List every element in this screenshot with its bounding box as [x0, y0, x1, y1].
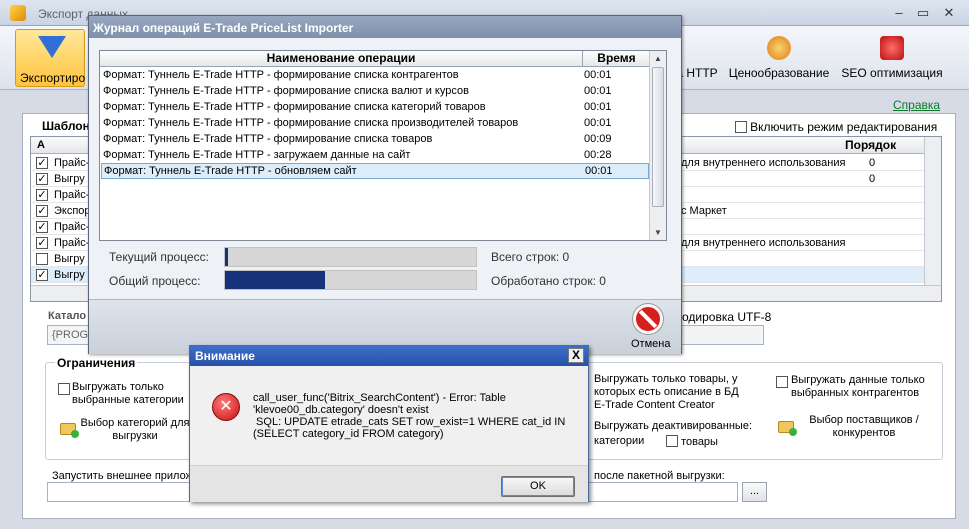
help-link[interactable]: Справка [893, 98, 940, 112]
ok-button[interactable]: OK [501, 476, 575, 497]
selected-categories-checkbox[interactable] [58, 383, 70, 395]
row-checkbox[interactable]: ✓ [36, 269, 48, 281]
only-with-description-option[interactable]: Выгружать только товары, у которых есть … [594, 373, 746, 412]
selected-contractors-checkbox[interactable] [776, 376, 788, 388]
deactivated-goods-option[interactable]: товары [666, 435, 718, 448]
list-item[interactable]: Формат: Туннель E-Trade HTTP - загружаем… [101, 148, 649, 164]
column-operation[interactable]: Наименование операции [100, 51, 583, 67]
ribbon-http-button[interactable]: а HTTP [676, 26, 718, 88]
maximize-icon[interactable]: ▭ [912, 5, 934, 21]
warning-dialog: Внимание X ✕ call_user_func('Bitrix_Sear… [189, 345, 589, 502]
cancel-button[interactable]: Отмена [631, 338, 670, 350]
selected-contractors-option[interactable]: Выгружать данные только выбранных контра… [776, 374, 936, 400]
deactivated-label: Выгружать деактивированные: [594, 420, 752, 432]
edit-mode-checkbox[interactable] [735, 121, 747, 133]
processed-rows-label: Обработано строк: 0 [491, 274, 606, 288]
minimize-icon[interactable]: – [888, 5, 910, 21]
row-checkbox[interactable]: ✓ [36, 157, 48, 169]
deactivated-categories-option[interactable]: категории [594, 435, 644, 447]
catalog-field[interactable]: {PROGR [47, 325, 92, 345]
after-batch-label: после пакетной выгрузки: [594, 470, 725, 482]
current-progress-bar [224, 247, 477, 267]
row-checkbox[interactable] [36, 253, 48, 265]
edit-mode-toggle[interactable]: Включить режим редактирования [735, 120, 937, 134]
row-checkbox[interactable]: ✓ [36, 205, 48, 217]
close-icon[interactable]: X [568, 348, 584, 363]
folder-add-icon [60, 423, 79, 438]
list-item[interactable]: Формат: Туннель E-Trade HTTP - формирова… [101, 84, 649, 100]
restrictions-title: Ограничения [55, 356, 138, 370]
cancel-icon[interactable] [633, 304, 663, 334]
column-time[interactable]: Время [584, 51, 649, 67]
list-item[interactable]: Формат: Туннель E-Trade HTTP - формирова… [101, 116, 649, 132]
select-suppliers-button[interactable]: Выбор поставщиков / конкурентов [778, 414, 928, 440]
total-progress-bar [224, 270, 477, 290]
current-process-label: Текущий процесс: [109, 250, 209, 264]
scroll-down-icon[interactable]: ▼ [650, 225, 666, 240]
scroll-thumb[interactable] [652, 67, 664, 207]
pricing-icon [767, 36, 791, 60]
row-checkbox[interactable]: ✓ [36, 221, 48, 233]
operations-list-header: Наименование операции Время [100, 51, 649, 67]
warning-message: call_user_func('Bitrix_SearchContent') -… [253, 392, 566, 440]
row-checkbox[interactable]: ✓ [36, 189, 48, 201]
templates-label: Шаблон [42, 119, 90, 133]
seo-icon [880, 36, 904, 60]
operations-list: Наименование операции Время Формат: Тунн… [99, 50, 667, 241]
app-icon [10, 5, 26, 21]
operations-scrollbar[interactable]: ▲ ▼ [649, 51, 666, 240]
browse-button[interactable]: ... [742, 482, 767, 502]
list-item[interactable]: Формат: Туннель E-Trade HTTP - формирова… [101, 100, 649, 116]
export-icon [38, 36, 66, 58]
journal-dialog: Журнал операций E-Trade PriceList Import… [88, 15, 682, 354]
selected-categories-option[interactable]: Выгружать только выбранные категории [58, 381, 190, 407]
catalog-label: Катало [48, 310, 87, 322]
scroll-up-icon[interactable]: ▲ [650, 51, 666, 66]
ribbon-pricing-button[interactable]: Ценообразование [727, 26, 831, 88]
external-app-path-field[interactable] [588, 482, 738, 502]
encoding-label: одировка UTF-8 [682, 310, 772, 324]
encoding-field[interactable] [680, 325, 764, 345]
list-item[interactable]: Формат: Туннель E-Trade HTTP - формирова… [101, 68, 649, 84]
total-rows-label: Всего строк: 0 [491, 250, 570, 264]
ribbon-seo-button[interactable]: SEO оптимизация [840, 26, 944, 88]
select-categories-button[interactable]: Выбор категорий для выгрузки [60, 417, 190, 443]
folder-add-icon [778, 421, 797, 436]
error-icon: ✕ [212, 393, 240, 421]
current-progress-fill [225, 248, 228, 266]
total-progress-fill [225, 271, 326, 289]
deactivated-goods-checkbox[interactable] [666, 435, 678, 447]
ribbon-export-button[interactable]: Экспортиро [15, 29, 85, 87]
warning-title: Внимание X [190, 346, 588, 366]
warning-footer: OK [190, 465, 588, 502]
row-checkbox[interactable]: ✓ [36, 237, 48, 249]
grid-vertical-scrollbar[interactable] [924, 137, 941, 285]
list-item-selected[interactable]: Формат: Туннель E-Trade HTTP - обновляем… [101, 163, 649, 179]
total-process-label: Общий процесс: [109, 274, 201, 288]
external-app-field[interactable] [47, 482, 191, 502]
journal-title: Журнал операций E-Trade PriceList Import… [89, 16, 681, 38]
list-item[interactable]: Формат: Туннель E-Trade HTTP - формирова… [101, 132, 649, 148]
row-checkbox[interactable]: ✓ [36, 173, 48, 185]
run-external-label: Запустить внешнее прилож [52, 470, 193, 482]
close-icon[interactable]: ✕ [938, 5, 960, 21]
